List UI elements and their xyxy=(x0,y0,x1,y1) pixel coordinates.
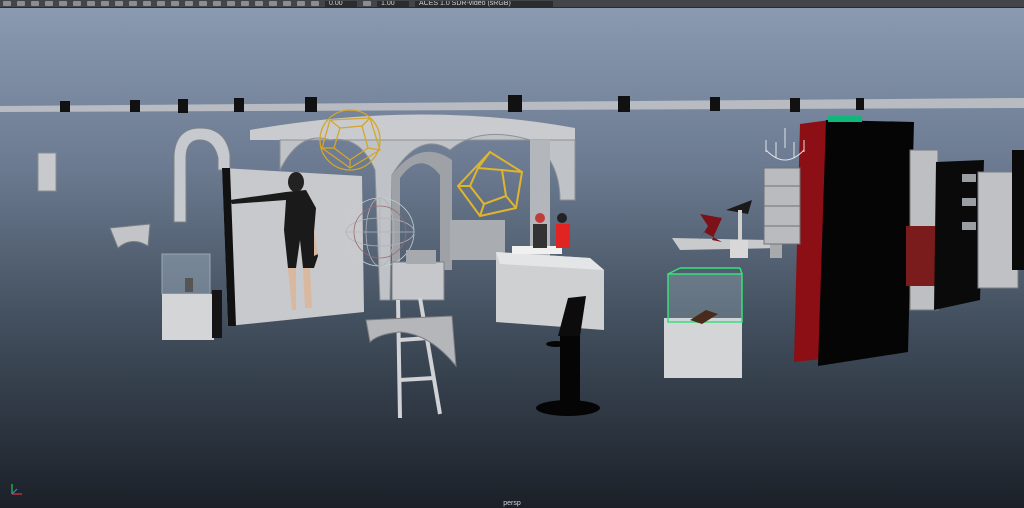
scene-render xyxy=(0,95,1024,419)
snap-point-icon[interactable] xyxy=(87,1,95,6)
ao-icon[interactable] xyxy=(213,1,221,6)
color-space-dropdown[interactable]: ACES 1.0 SDR-video (sRGB) xyxy=(415,0,553,7)
shadows-icon[interactable] xyxy=(199,1,207,6)
wireframe-icon[interactable] xyxy=(143,1,151,6)
dof-icon[interactable] xyxy=(241,1,249,6)
exposure-field[interactable]: 0.00 xyxy=(325,0,357,7)
axis-gizmo-icon xyxy=(11,484,22,495)
ceiling-track-rail xyxy=(0,95,1024,113)
snap-curve-icon[interactable] xyxy=(73,1,81,6)
panel-highlight-edge xyxy=(828,116,862,122)
stone-arch xyxy=(173,127,231,223)
chandelier xyxy=(765,128,805,161)
bar-stool xyxy=(396,297,442,419)
grid-toggle-icon[interactable] xyxy=(129,1,137,6)
scale-icon[interactable] xyxy=(45,1,53,6)
lights-icon[interactable] xyxy=(185,1,193,6)
gold-wire-dodecahedron xyxy=(456,150,524,218)
selected-vitrine[interactable] xyxy=(664,267,743,378)
camera-name-label: persp xyxy=(503,500,521,507)
select-icon[interactable] xyxy=(3,1,11,6)
wire-sphere-red xyxy=(345,197,415,267)
bookmark-icon[interactable] xyxy=(115,1,123,6)
camera-icon[interactable] xyxy=(101,1,109,6)
glass-vitrine-left xyxy=(161,253,222,340)
xray-joints-icon[interactable] xyxy=(283,1,291,6)
gamma-field[interactable]: 1.00 xyxy=(377,0,409,7)
bench xyxy=(109,223,151,249)
textured-icon[interactable] xyxy=(171,1,179,6)
exposure-icon[interactable] xyxy=(311,1,319,6)
viewport-toolbar: 0.00 1.00 ACES 1.0 SDR-video (sRGB) xyxy=(0,0,1024,8)
isolate-icon[interactable] xyxy=(255,1,263,6)
aa-icon[interactable] xyxy=(227,1,235,6)
black-wall-panel xyxy=(818,120,914,366)
rotate-icon[interactable] xyxy=(31,1,39,6)
shelving-cabinet xyxy=(763,167,801,245)
reception-counter xyxy=(496,246,604,330)
staff-figures xyxy=(533,213,570,248)
3d-viewport[interactable]: persp xyxy=(0,8,1024,508)
snap-grid-icon[interactable] xyxy=(59,1,67,6)
wall-panel xyxy=(37,152,57,192)
xray-icon[interactable] xyxy=(269,1,277,6)
gamma-icon[interactable] xyxy=(363,1,371,6)
shaded-icon[interactable] xyxy=(157,1,165,6)
right-display-case xyxy=(906,149,1024,311)
backface-icon[interactable] xyxy=(297,1,305,6)
move-icon[interactable] xyxy=(17,1,25,6)
